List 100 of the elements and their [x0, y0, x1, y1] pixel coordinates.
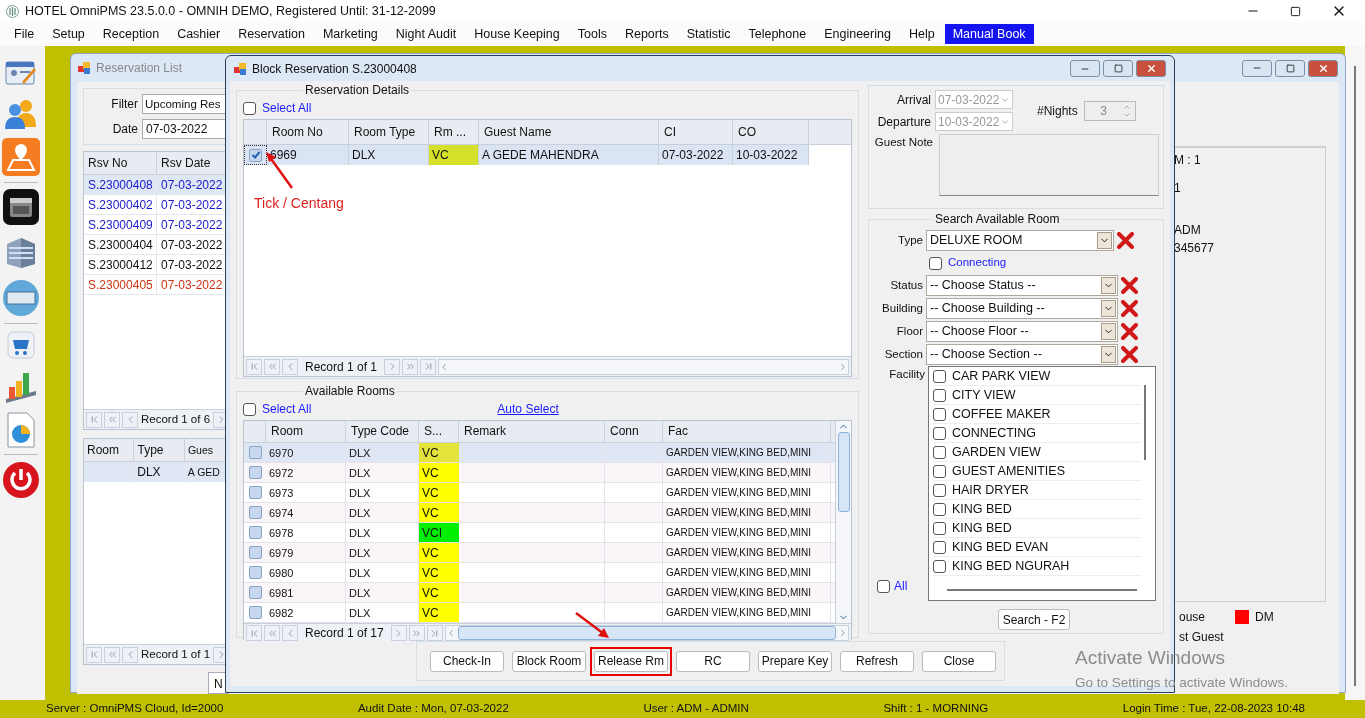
column-header[interactable]: Guest Name — [479, 120, 659, 144]
select-all-link[interactable]: Select All — [262, 400, 312, 418]
column-header[interactable]: Room — [84, 439, 135, 461]
column-header[interactable]: Type — [134, 439, 185, 461]
column-header[interactable]: Rsv No — [84, 152, 157, 174]
status-text: Shift : 1 - MORNING — [883, 701, 989, 717]
table-cell: GARDEN VIEW,KING BED,MINI — [663, 483, 831, 502]
dialog-button[interactable]: Check-In — [430, 650, 504, 672]
column-header[interactable]: Room Type — [349, 120, 429, 144]
facility-option[interactable]: HAIR DRYER — [952, 480, 1029, 500]
filter-label: Status — [889, 277, 923, 293]
menu-item[interactable]: Engineering — [816, 24, 899, 44]
column-header[interactable]: Conn — [605, 421, 663, 442]
filter-select[interactable]: -- Choose Status -- — [926, 275, 1118, 296]
table-cell: S.23000412 — [84, 255, 157, 274]
column-header[interactable]: Room No — [267, 120, 349, 144]
table-cell: GARDEN VIEW,KING BED,MINI — [663, 603, 831, 622]
facility-list[interactable]: CAR PARK VIEW CITY VIEW COFFEE MAKER CONNECTING GARDEN VIEW GUEST AMENITIES HAIR DRYER KING BED KING BED KING BED EVAN KING BED NGURAH — [928, 366, 1156, 601]
facility-option[interactable]: CAR PARK VIEW — [952, 367, 1051, 386]
menu-item[interactable]: Reception — [94, 24, 168, 44]
search-button[interactable]: Search - F2 — [998, 609, 1070, 630]
status-cell: VC — [419, 483, 459, 502]
column-header[interactable]: CO — [733, 120, 809, 144]
facility-option[interactable]: KING BED NGURAH — [952, 556, 1070, 576]
auto-select-link[interactable]: Auto Select — [497, 400, 559, 418]
status-cell: VC — [419, 543, 459, 562]
facility-option[interactable]: CITY VIEW — [952, 385, 1016, 405]
facility-option[interactable]: CONNECTING — [952, 423, 1037, 443]
table-row[interactable]: 6970 DLX VC GARDEN VIEW,KING BED,MINI — [244, 443, 835, 463]
table-row[interactable]: 6979 DLX VC GARDEN VIEW,KING BED,MINI — [244, 543, 835, 563]
group-title: Search Available Room — [934, 211, 1061, 228]
menu-item[interactable]: Reports — [616, 24, 677, 44]
record-counter: Record 1 of 6 — [140, 411, 212, 427]
column-header[interactable]: Fac — [663, 421, 831, 442]
record-counter: Record 1 of 17 — [304, 625, 385, 642]
status-cell: VC — [419, 463, 459, 482]
dialog-button[interactable]: Prepare Key — [758, 650, 832, 672]
table-row[interactable]: 6980 DLX VC GARDEN VIEW,KING BED,MINI — [244, 563, 835, 583]
dialog-button[interactable]: Block Room — [512, 650, 586, 672]
menu-item[interactable]: Marketing — [314, 24, 386, 44]
menu-item[interactable]: Statistic — [678, 24, 739, 44]
filter-select[interactable]: -- Choose Floor -- — [926, 321, 1118, 342]
filter-select[interactable]: DELUXE ROOM — [926, 230, 1114, 251]
table-row[interactable]: 6969 DLX VC A GEDE MAHENDRA 07-03-2022 10-03-2022 — [244, 145, 809, 165]
filter-select[interactable]: -- Choose Section -- — [926, 344, 1118, 365]
table-row[interactable]: 6982 DLX VC GARDEN VIEW,KING BED,MINI — [244, 603, 835, 623]
filter-select[interactable]: -- Choose Building -- — [926, 298, 1118, 319]
facility-option[interactable]: KING BED — [952, 499, 1012, 519]
table-cell: S.23000405 — [84, 275, 157, 294]
status-text: Login Time : Tue, 22-08-2023 10:48 — [1122, 701, 1305, 717]
filter-label: Building — [881, 300, 923, 316]
dialog-button[interactable]: Release Rm — [594, 650, 668, 672]
column-header[interactable]: Type Code — [346, 421, 419, 442]
column-header[interactable]: CI — [659, 120, 733, 144]
column-header[interactable]: Remark — [459, 421, 605, 442]
date-label: Date — [111, 121, 138, 138]
dialog-button[interactable]: Refresh — [840, 650, 914, 672]
status-text: User : ADM - ADMIN — [643, 701, 749, 717]
info-text: M : 1 — [1174, 152, 1202, 169]
table-cell: 6979 — [266, 543, 346, 562]
table-row[interactable]: 6972 DLX VC GARDEN VIEW,KING BED,MINI — [244, 463, 835, 483]
menu-item[interactable]: Manual Book — [944, 24, 1034, 44]
menu-item[interactable]: Telephone — [740, 24, 815, 44]
column-header[interactable]: Room — [266, 421, 346, 442]
menu-item[interactable]: House Keeping — [466, 24, 568, 44]
facility-option[interactable]: GARDEN VIEW — [952, 442, 1041, 462]
status-text: Server : OmniPMS Cloud, Id=2000 — [46, 701, 224, 717]
menu-item[interactable]: File — [6, 24, 43, 44]
facility-option[interactable]: KING BED — [952, 518, 1012, 538]
menu-item[interactable]: Tools — [569, 24, 615, 44]
table-cell: GARDEN VIEW,KING BED,MINI — [663, 583, 831, 602]
menu-item[interactable]: Help — [900, 24, 943, 44]
legend-label: DM — [1255, 609, 1274, 626]
legend-label: ouse — [1179, 609, 1206, 626]
menu-item[interactable]: Setup — [44, 24, 93, 44]
menu-item[interactable]: Night Audit — [387, 24, 465, 44]
column-header[interactable]: S... — [419, 421, 459, 442]
menu-item[interactable]: Cashier — [169, 24, 229, 44]
column-header[interactable]: Rm ... — [429, 120, 479, 144]
select-all-link[interactable]: Select All — [262, 99, 312, 117]
table-cell: S.23000409 — [84, 215, 157, 234]
dialog-button[interactable]: Close — [922, 650, 996, 672]
facility-option[interactable]: COFFEE MAKER — [952, 404, 1051, 424]
status-cell: VC — [419, 583, 459, 602]
tab[interactable]: N — [208, 672, 229, 694]
table-row[interactable]: 6981 DLX VC GARDEN VIEW,KING BED,MINI — [244, 583, 835, 603]
all-link[interactable]: All — [894, 577, 908, 595]
table-row[interactable]: 6973 DLX VC GARDEN VIEW,KING BED,MINI — [244, 483, 835, 503]
group-title: Reservation Details — [304, 82, 411, 99]
filter-label: Section — [883, 346, 923, 362]
menu-item[interactable]: Reservation — [230, 24, 313, 44]
table-cell: GARDEN VIEW,KING BED,MINI — [663, 443, 831, 462]
table-row[interactable]: 6974 DLX VC GARDEN VIEW,KING BED,MINI — [244, 503, 835, 523]
connecting-link[interactable]: Connecting — [948, 254, 1007, 272]
record-counter: Record 1 of 1 — [140, 646, 212, 662]
table-row[interactable]: 6978 DLX VCI GARDEN VIEW,KING BED,MINI — [244, 523, 835, 543]
dialog-button[interactable]: RC — [676, 650, 750, 672]
status-cell: VC — [419, 563, 459, 582]
facility-option[interactable]: KING BED EVAN — [952, 537, 1049, 557]
facility-option[interactable]: GUEST AMENITIES — [952, 461, 1065, 481]
